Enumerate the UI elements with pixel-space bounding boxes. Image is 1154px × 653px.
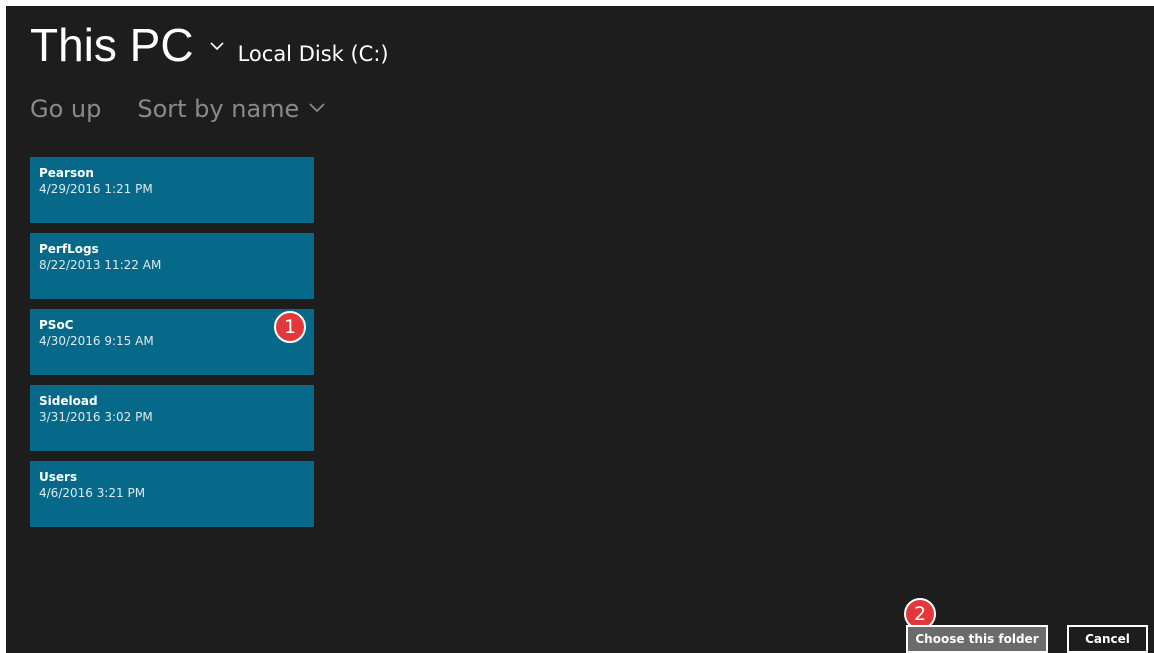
folder-date: 8/22/2013 11:22 AM bbox=[39, 258, 162, 272]
folder-name: Users bbox=[39, 470, 78, 484]
folder-name: Pearson bbox=[39, 166, 94, 180]
folder-name: PSoC bbox=[39, 318, 74, 332]
folder-tile-psoc[interactable]: PSoC 4/30/2016 9:15 AM bbox=[30, 309, 314, 375]
sublocation-label[interactable]: Local Disk (C:) bbox=[238, 42, 389, 66]
folder-name: PerfLogs bbox=[39, 242, 99, 256]
folder-date: 4/29/2016 1:21 PM bbox=[39, 182, 153, 196]
step-callout-1: 1 bbox=[274, 311, 306, 343]
folder-tile-sideload[interactable]: Sideload 3/31/2016 3:02 PM bbox=[30, 385, 314, 451]
cancel-button[interactable]: Cancel bbox=[1067, 625, 1148, 653]
folder-date: 3/31/2016 3:02 PM bbox=[39, 410, 153, 424]
folder-date: 4/30/2016 9:15 AM bbox=[39, 334, 154, 348]
sort-chevron-down-icon bbox=[309, 91, 325, 119]
toolbar: Go up Sort by name bbox=[30, 95, 325, 123]
folder-tile-pearson[interactable]: Pearson 4/29/2016 1:21 PM bbox=[30, 157, 314, 223]
folder-picker-screen: This PC Local Disk (C:) Go up Sort by na… bbox=[6, 6, 1154, 653]
location-chevron-down-icon[interactable] bbox=[210, 36, 224, 55]
folder-name: Sideload bbox=[39, 394, 98, 408]
location-title[interactable]: This PC bbox=[30, 18, 194, 72]
folder-tile-perflogs[interactable]: PerfLogs 8/22/2013 11:22 AM bbox=[30, 233, 314, 299]
sort-label: Sort by name bbox=[137, 95, 300, 123]
go-up-button[interactable]: Go up bbox=[30, 95, 101, 123]
header: This PC Local Disk (C:) bbox=[30, 18, 389, 72]
choose-this-folder-button[interactable]: Choose this folder bbox=[906, 625, 1048, 653]
folder-list: Pearson 4/29/2016 1:21 PM PerfLogs 8/22/… bbox=[30, 157, 314, 537]
folder-date: 4/6/2016 3:21 PM bbox=[39, 486, 146, 500]
folder-tile-users[interactable]: Users 4/6/2016 3:21 PM bbox=[30, 461, 314, 527]
sort-dropdown[interactable]: Sort by name bbox=[137, 95, 325, 123]
